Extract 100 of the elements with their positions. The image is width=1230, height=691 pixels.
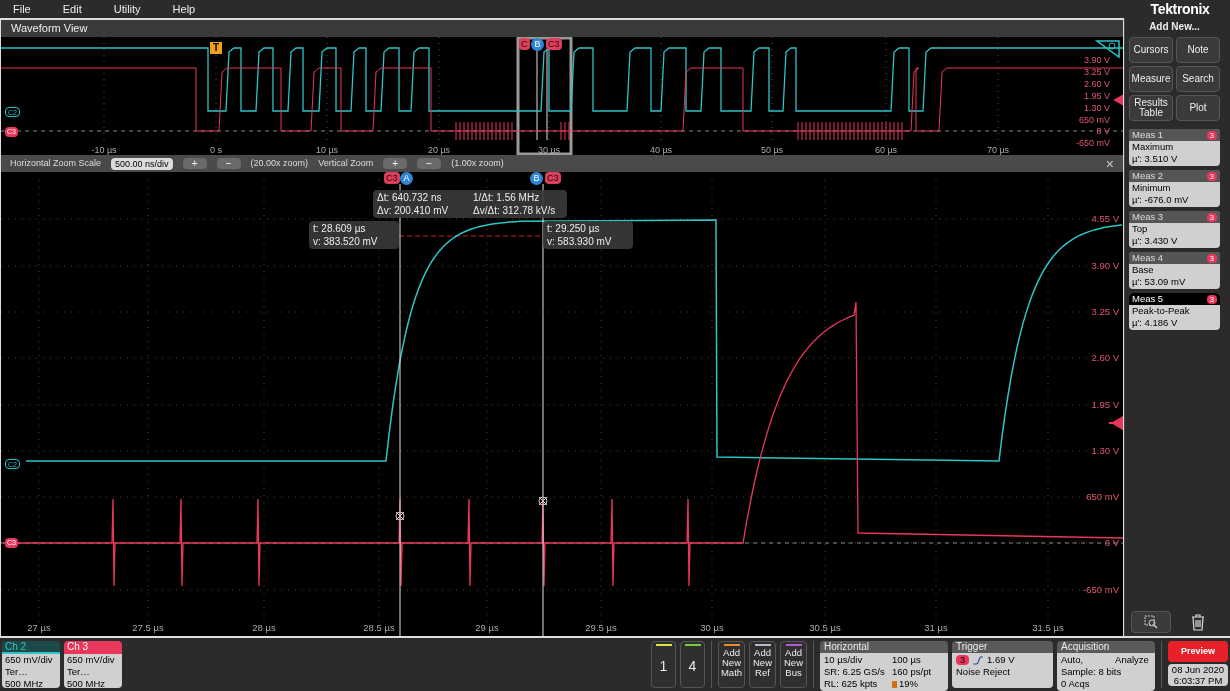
axis-label: 27.5 µs	[132, 622, 164, 633]
measurement-card[interactable]: Meas 3 3 Top µ': 3.430 V	[1129, 211, 1220, 248]
channel-button[interactable]: 1	[651, 641, 676, 688]
cursor-line[interactable]	[542, 183, 544, 636]
measurement-name: Maximum	[1132, 141, 1175, 153]
panel-button[interactable]: Measure	[1129, 66, 1173, 92]
measurement-value: µ': 3.510 V	[1132, 153, 1179, 165]
cursor-marker[interactable]: A	[400, 172, 413, 185]
menu-item[interactable]: File	[13, 0, 31, 18]
cursor-line[interactable]	[399, 183, 401, 636]
channel-setting: 500 MHz	[5, 678, 44, 688]
measurement-title: Meas 3	[1132, 211, 1164, 224]
acquisition-setting: 0 Acqs	[1061, 678, 1091, 690]
measurement-name: Minimum	[1132, 182, 1172, 194]
channel-label: Ch 3	[64, 641, 122, 654]
channel-button[interactable]: 4	[680, 641, 705, 688]
measurement-card[interactable]: Meas 4 3 Base µ': 53.09 mV	[1129, 252, 1220, 289]
channel-marker[interactable]: C	[519, 38, 530, 50]
axis-label: 28.5 µs	[363, 622, 395, 633]
measurement-title: Meas 2	[1132, 170, 1164, 183]
axis-label: 30 µs	[700, 622, 724, 633]
zoom-window[interactable]	[516, 37, 573, 155]
measurement-card[interactable]: Meas 5 3 Peak-to-Peak µ': 4.186 V	[1129, 293, 1220, 330]
add-new-button[interactable]: Add New Ref	[749, 641, 776, 688]
measurement-card[interactable]: Meas 1 3 Maximum µ': 3.510 V	[1129, 129, 1220, 166]
axis-label: 1.30 V	[1083, 103, 1110, 113]
readout-text: v: 583.930 mV	[547, 235, 613, 248]
axis-label: 50 µs	[760, 145, 784, 155]
channel-setting: Ter…	[67, 666, 91, 678]
panel-title: Add New...	[1148, 20, 1201, 34]
axis-label: 60 µs	[874, 145, 898, 155]
axis-label: 20 µs	[427, 145, 451, 155]
measurement-value: µ': 4.186 V	[1132, 317, 1179, 329]
zoom-in-button[interactable]: +	[182, 158, 207, 169]
trigger-level-icon[interactable]	[1108, 416, 1123, 430]
cursor-point-icon[interactable]	[538, 496, 548, 506]
channel-marker[interactable]: C3	[546, 38, 562, 50]
channel-marker[interactable]: C3	[545, 172, 561, 184]
rising-edge-icon	[973, 655, 983, 665]
axis-label: 3.25 V	[1083, 67, 1110, 77]
axis-label: 31 µs	[924, 622, 948, 633]
panel-button[interactable]: Plot	[1176, 95, 1220, 121]
menu-item[interactable]: Edit	[62, 0, 82, 18]
memory-icon	[892, 680, 897, 688]
preview-button[interactable]: Preview	[1168, 641, 1228, 662]
add-new-button[interactable]: Add New Math	[718, 641, 745, 688]
channel-label: Ch 2	[2, 641, 60, 654]
date-text: 08 Jun 2020	[1170, 664, 1226, 675]
horizontal-setting: 19%	[899, 678, 918, 690]
axis-label: -10 µs	[91, 145, 117, 155]
add-new-button[interactable]: Add New Bus	[780, 641, 807, 688]
panel-button[interactable]: Search	[1176, 66, 1220, 92]
trigger-marker[interactable]: T	[209, 41, 223, 55]
readout-text: Δv/Δt: 312.78 kV/s	[473, 204, 557, 217]
measurement-value: µ': 3.430 V	[1132, 235, 1179, 247]
zoom-factor: (1.00x zoom)	[451, 156, 504, 170]
trigger-mode: Noise Reject	[956, 666, 1010, 677]
readout-text: t: 29.250 µs	[547, 222, 601, 235]
zoom-region-icon[interactable]	[1131, 611, 1171, 633]
axis-label: 29 µs	[475, 622, 499, 633]
close-button[interactable]: ×	[1105, 156, 1114, 171]
cursor-marker[interactable]: B	[531, 38, 544, 51]
measurement-title: Meas 5	[1132, 293, 1164, 306]
axis-label: 10 µs	[315, 145, 339, 155]
axis-label: 27 µs	[27, 622, 51, 633]
menu-item[interactable]: Help	[172, 0, 196, 18]
horizontal-setting: RL: 625 kpts	[824, 678, 879, 690]
measurement-card[interactable]: Meas 2 3 Minimum µ': -676.0 mV	[1129, 170, 1220, 207]
panel-button[interactable]: Note	[1176, 37, 1220, 63]
readout-text: 1/Δt: 1.56 MHz	[473, 191, 541, 204]
acquisition-setting: Analyze	[1115, 654, 1150, 666]
axis-label: 70 µs	[986, 145, 1010, 155]
cursor-marker[interactable]: B	[530, 172, 543, 185]
axis-label: 0 V	[1096, 126, 1110, 136]
horizontal-setting: 10 µs/div	[824, 654, 864, 666]
vertical-zoom-label: Vertical Zoom	[318, 156, 374, 170]
zoom-in-button[interactable]: +	[383, 158, 408, 169]
acquisition-setting: Auto,	[1061, 654, 1085, 666]
readout-text: v: 383.520 mV	[313, 235, 379, 248]
panel-button[interactable]: Results Table	[1129, 95, 1173, 121]
panel-button[interactable]: Cursors	[1129, 37, 1173, 63]
cursor-point-icon[interactable]	[395, 511, 405, 521]
zoom-out-button[interactable]: −	[417, 158, 442, 169]
axis-label: -650 mV	[1083, 584, 1119, 595]
axis-label: 650 mV	[1078, 115, 1110, 125]
zoom-scale-field[interactable]: 500.00 ns/div	[111, 157, 173, 170]
axis-label: 3.90 V	[1083, 55, 1110, 65]
zoom-out-button[interactable]: −	[216, 158, 241, 169]
panel-title: Acquisition	[1057, 641, 1155, 653]
axis-label: 2.60 V	[1083, 79, 1110, 89]
axis-label: 3.90 V	[1091, 260, 1119, 271]
axis-label: 3.25 V	[1091, 306, 1119, 317]
measurement-name: Base	[1132, 264, 1155, 276]
measurement-name: Top	[1132, 223, 1149, 235]
view-title: Waveform View	[11, 21, 88, 37]
menu-item[interactable]: Utility	[113, 0, 141, 18]
channel-marker[interactable]: C3	[384, 172, 400, 184]
cursor-tool-icon[interactable]	[1094, 40, 1120, 59]
time-text: 6:03:37 PM	[1172, 675, 1224, 686]
channel-setting: 500 MHz	[67, 678, 106, 688]
